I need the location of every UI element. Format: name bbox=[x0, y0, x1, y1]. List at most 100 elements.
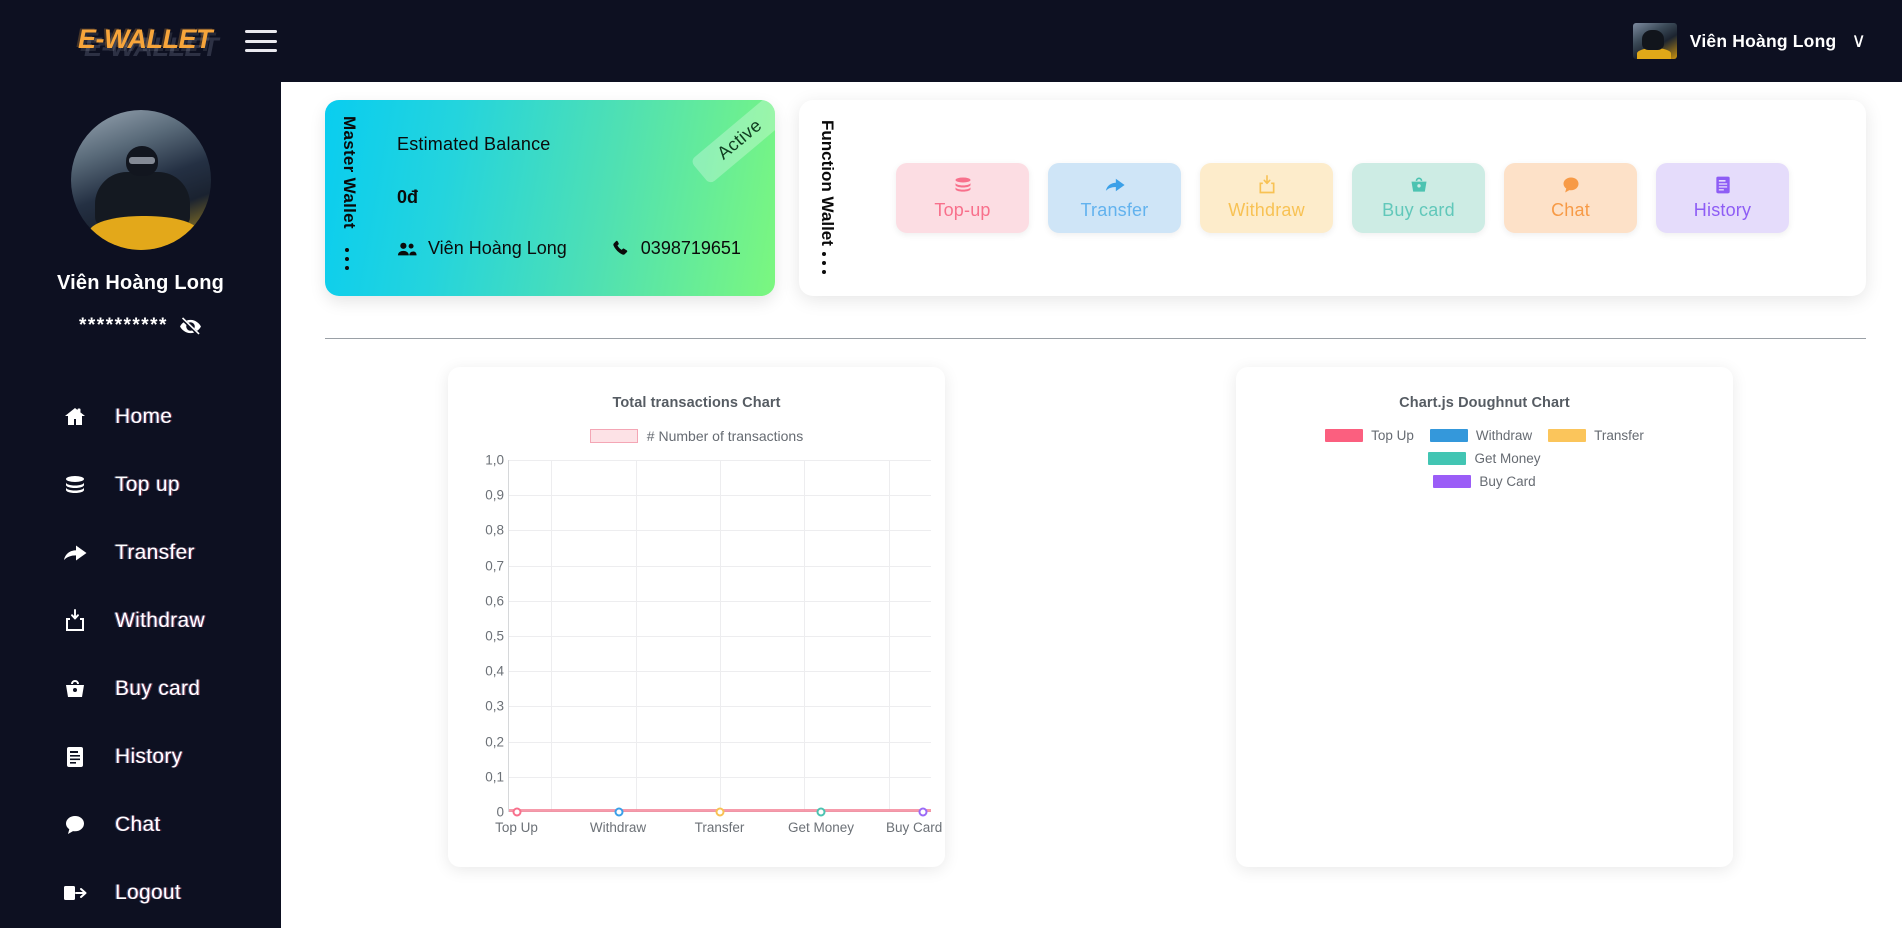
legend-swatch bbox=[1548, 429, 1587, 442]
legend-swatch[interactable] bbox=[589, 429, 638, 443]
legend-label: Buy Card bbox=[1479, 474, 1536, 489]
sidebar-item-top-up[interactable]: Top up bbox=[0, 451, 281, 519]
charts-area: Total transactions Chart # Number of tra… bbox=[281, 339, 1902, 867]
brand-logo[interactable]: E-WALLET E-WALLET bbox=[78, 20, 228, 62]
sidebar-item-label: Top up bbox=[115, 473, 180, 496]
hamburger-bar bbox=[245, 30, 277, 33]
wallet-owner-name: Viên Hoàng Long bbox=[428, 238, 567, 258]
master-wallet-meta: Viên Hoàng Long 0398719651 bbox=[397, 238, 759, 259]
y-tick: 0,4 bbox=[485, 663, 504, 679]
hamburger-bar bbox=[245, 39, 277, 43]
sidebar-item-chat[interactable]: Chat bbox=[0, 791, 281, 859]
brand-logo-text: E-WALLET bbox=[78, 24, 212, 54]
total-transactions-chart-card: Total transactions Chart # Number of tra… bbox=[448, 367, 945, 867]
avatar-arm bbox=[88, 216, 199, 250]
function-wallet-dots bbox=[822, 252, 826, 274]
wallet-owner: Viên Hoàng Long bbox=[397, 238, 567, 259]
y-tick: 0,8 bbox=[485, 522, 504, 538]
chat-bubble-icon bbox=[62, 812, 88, 838]
line-plot: 1,0 0,9 0,8 0,7 0,6 0,5 0,4 0,3 0,2 0,1 … bbox=[448, 453, 945, 836]
password-mask: ********** bbox=[79, 315, 168, 336]
sidebar-item-transfer[interactable]: Transfer bbox=[0, 519, 281, 587]
x-tick: Withdraw bbox=[589, 820, 647, 835]
legend-item-top-up[interactable]: Top Up bbox=[1325, 428, 1414, 443]
profile-avatar[interactable] bbox=[70, 110, 211, 250]
data-point-withdraw[interactable] bbox=[614, 807, 624, 817]
data-point-transfer[interactable] bbox=[715, 807, 725, 817]
cards-row: Master Wallet Active Estimated Balance 0… bbox=[281, 82, 1902, 296]
user-menu-label: Viên Hoàng Long bbox=[1689, 30, 1837, 51]
y-tick: 0,6 bbox=[485, 593, 504, 609]
logout-icon bbox=[62, 880, 88, 906]
y-tick: 0,1 bbox=[485, 769, 504, 785]
chart-title: Chart.js Doughnut Chart bbox=[1399, 395, 1570, 411]
sidebar-item-history[interactable]: History bbox=[0, 723, 281, 791]
basket-icon bbox=[62, 676, 88, 702]
sidebar-item-logout[interactable]: Logout bbox=[0, 859, 281, 927]
sidebar-item-label: Buy card bbox=[115, 677, 201, 700]
sidebar-item-buy-card[interactable]: Buy card bbox=[0, 655, 281, 723]
y-tick: 0,5 bbox=[485, 628, 504, 644]
doughnut-legend-row-2: Buy Card bbox=[1276, 474, 1693, 489]
function-button-label: Top-up bbox=[934, 200, 991, 220]
function-wallet-vertical-label: Function Wallet bbox=[818, 120, 837, 246]
chevron-down-icon[interactable]: ∨ bbox=[1851, 31, 1866, 51]
sidebar-item-label: Chat bbox=[115, 813, 161, 836]
legend-label: Withdraw bbox=[1475, 428, 1533, 443]
legend-label: Get Money bbox=[1474, 451, 1541, 466]
sidebar-item-label: Withdraw bbox=[115, 609, 205, 632]
function-button-label: Chat bbox=[1551, 200, 1590, 220]
function-button-label: Withdraw bbox=[1228, 200, 1305, 220]
eye-off-icon[interactable] bbox=[179, 316, 202, 336]
hamburger-icon[interactable] bbox=[245, 30, 277, 52]
user-menu[interactable]: Viên Hoàng Long ∨ bbox=[1632, 16, 1866, 66]
y-axis-tick-labels: 1,0 0,9 0,8 0,7 0,6 0,5 0,4 0,3 0,2 0,1 … bbox=[458, 453, 504, 820]
home-icon bbox=[62, 404, 88, 430]
function-button-transfer[interactable]: Transfer bbox=[1048, 163, 1181, 233]
chat-bubble-icon bbox=[1561, 175, 1581, 195]
data-point-get-money[interactable] bbox=[816, 807, 826, 817]
function-wallet-buttons: Top-up Transfer Withdraw Buy card Chat H… bbox=[896, 163, 1789, 233]
plot-grid bbox=[508, 460, 931, 817]
function-button-label: History bbox=[1693, 200, 1752, 220]
users-icon bbox=[397, 242, 417, 255]
master-wallet-card[interactable]: Master Wallet Active Estimated Balance 0… bbox=[325, 100, 775, 296]
sidebar-item-label: History bbox=[115, 745, 183, 768]
doughnut-chart-card: Chart.js Doughnut Chart Top Up Withdraw … bbox=[1236, 367, 1733, 867]
function-button-chat[interactable]: Chat bbox=[1504, 163, 1637, 233]
legend-label: Top Up bbox=[1371, 428, 1414, 443]
legend-item-withdraw[interactable]: Withdraw bbox=[1429, 428, 1533, 443]
function-button-history[interactable]: History bbox=[1656, 163, 1789, 233]
sidebar-item-withdraw[interactable]: Withdraw bbox=[0, 587, 281, 655]
function-button-top-up[interactable]: Top-up bbox=[896, 163, 1029, 233]
legend-swatch bbox=[1433, 475, 1472, 488]
estimated-balance-label: Estimated Balance bbox=[397, 134, 551, 154]
avatar-glasses bbox=[128, 157, 155, 164]
legend-item-buy-card[interactable]: Buy Card bbox=[1433, 474, 1536, 489]
y-tick: 0,9 bbox=[485, 487, 504, 503]
sidebar-nav: Home Top up Transfer Withdraw Buy card H… bbox=[0, 383, 281, 927]
sidebar-item-home[interactable]: Home bbox=[0, 383, 281, 451]
y-tick: 0,7 bbox=[485, 558, 504, 574]
download-box-icon bbox=[62, 608, 88, 634]
y-tick: 1,0 bbox=[485, 452, 504, 468]
function-button-label: Transfer bbox=[1080, 200, 1149, 220]
sidebar-item-label: Logout bbox=[115, 881, 182, 904]
legend-swatch bbox=[1429, 429, 1468, 442]
legend-item-transfer[interactable]: Transfer bbox=[1548, 428, 1644, 443]
data-point-top-up[interactable] bbox=[512, 807, 522, 817]
download-box-icon bbox=[1257, 175, 1277, 195]
x-tick: Top Up bbox=[495, 820, 538, 835]
legend-item-get-money[interactable]: Get Money bbox=[1428, 451, 1541, 466]
function-button-withdraw[interactable]: Withdraw bbox=[1200, 163, 1333, 233]
function-button-buy-card[interactable]: Buy card bbox=[1352, 163, 1485, 233]
y-tick: 0,3 bbox=[485, 698, 504, 714]
sidebar-item-label: Transfer bbox=[115, 541, 195, 564]
coins-icon bbox=[62, 472, 88, 498]
share-arrow-icon bbox=[1104, 175, 1126, 195]
document-icon bbox=[1713, 175, 1733, 195]
data-point-buy-card[interactable] bbox=[918, 807, 928, 817]
basket-icon bbox=[1409, 175, 1429, 195]
sidebar-profile: Viên Hoàng Long ********** bbox=[0, 82, 281, 337]
main-content: Master Wallet Active Estimated Balance 0… bbox=[281, 82, 1902, 928]
